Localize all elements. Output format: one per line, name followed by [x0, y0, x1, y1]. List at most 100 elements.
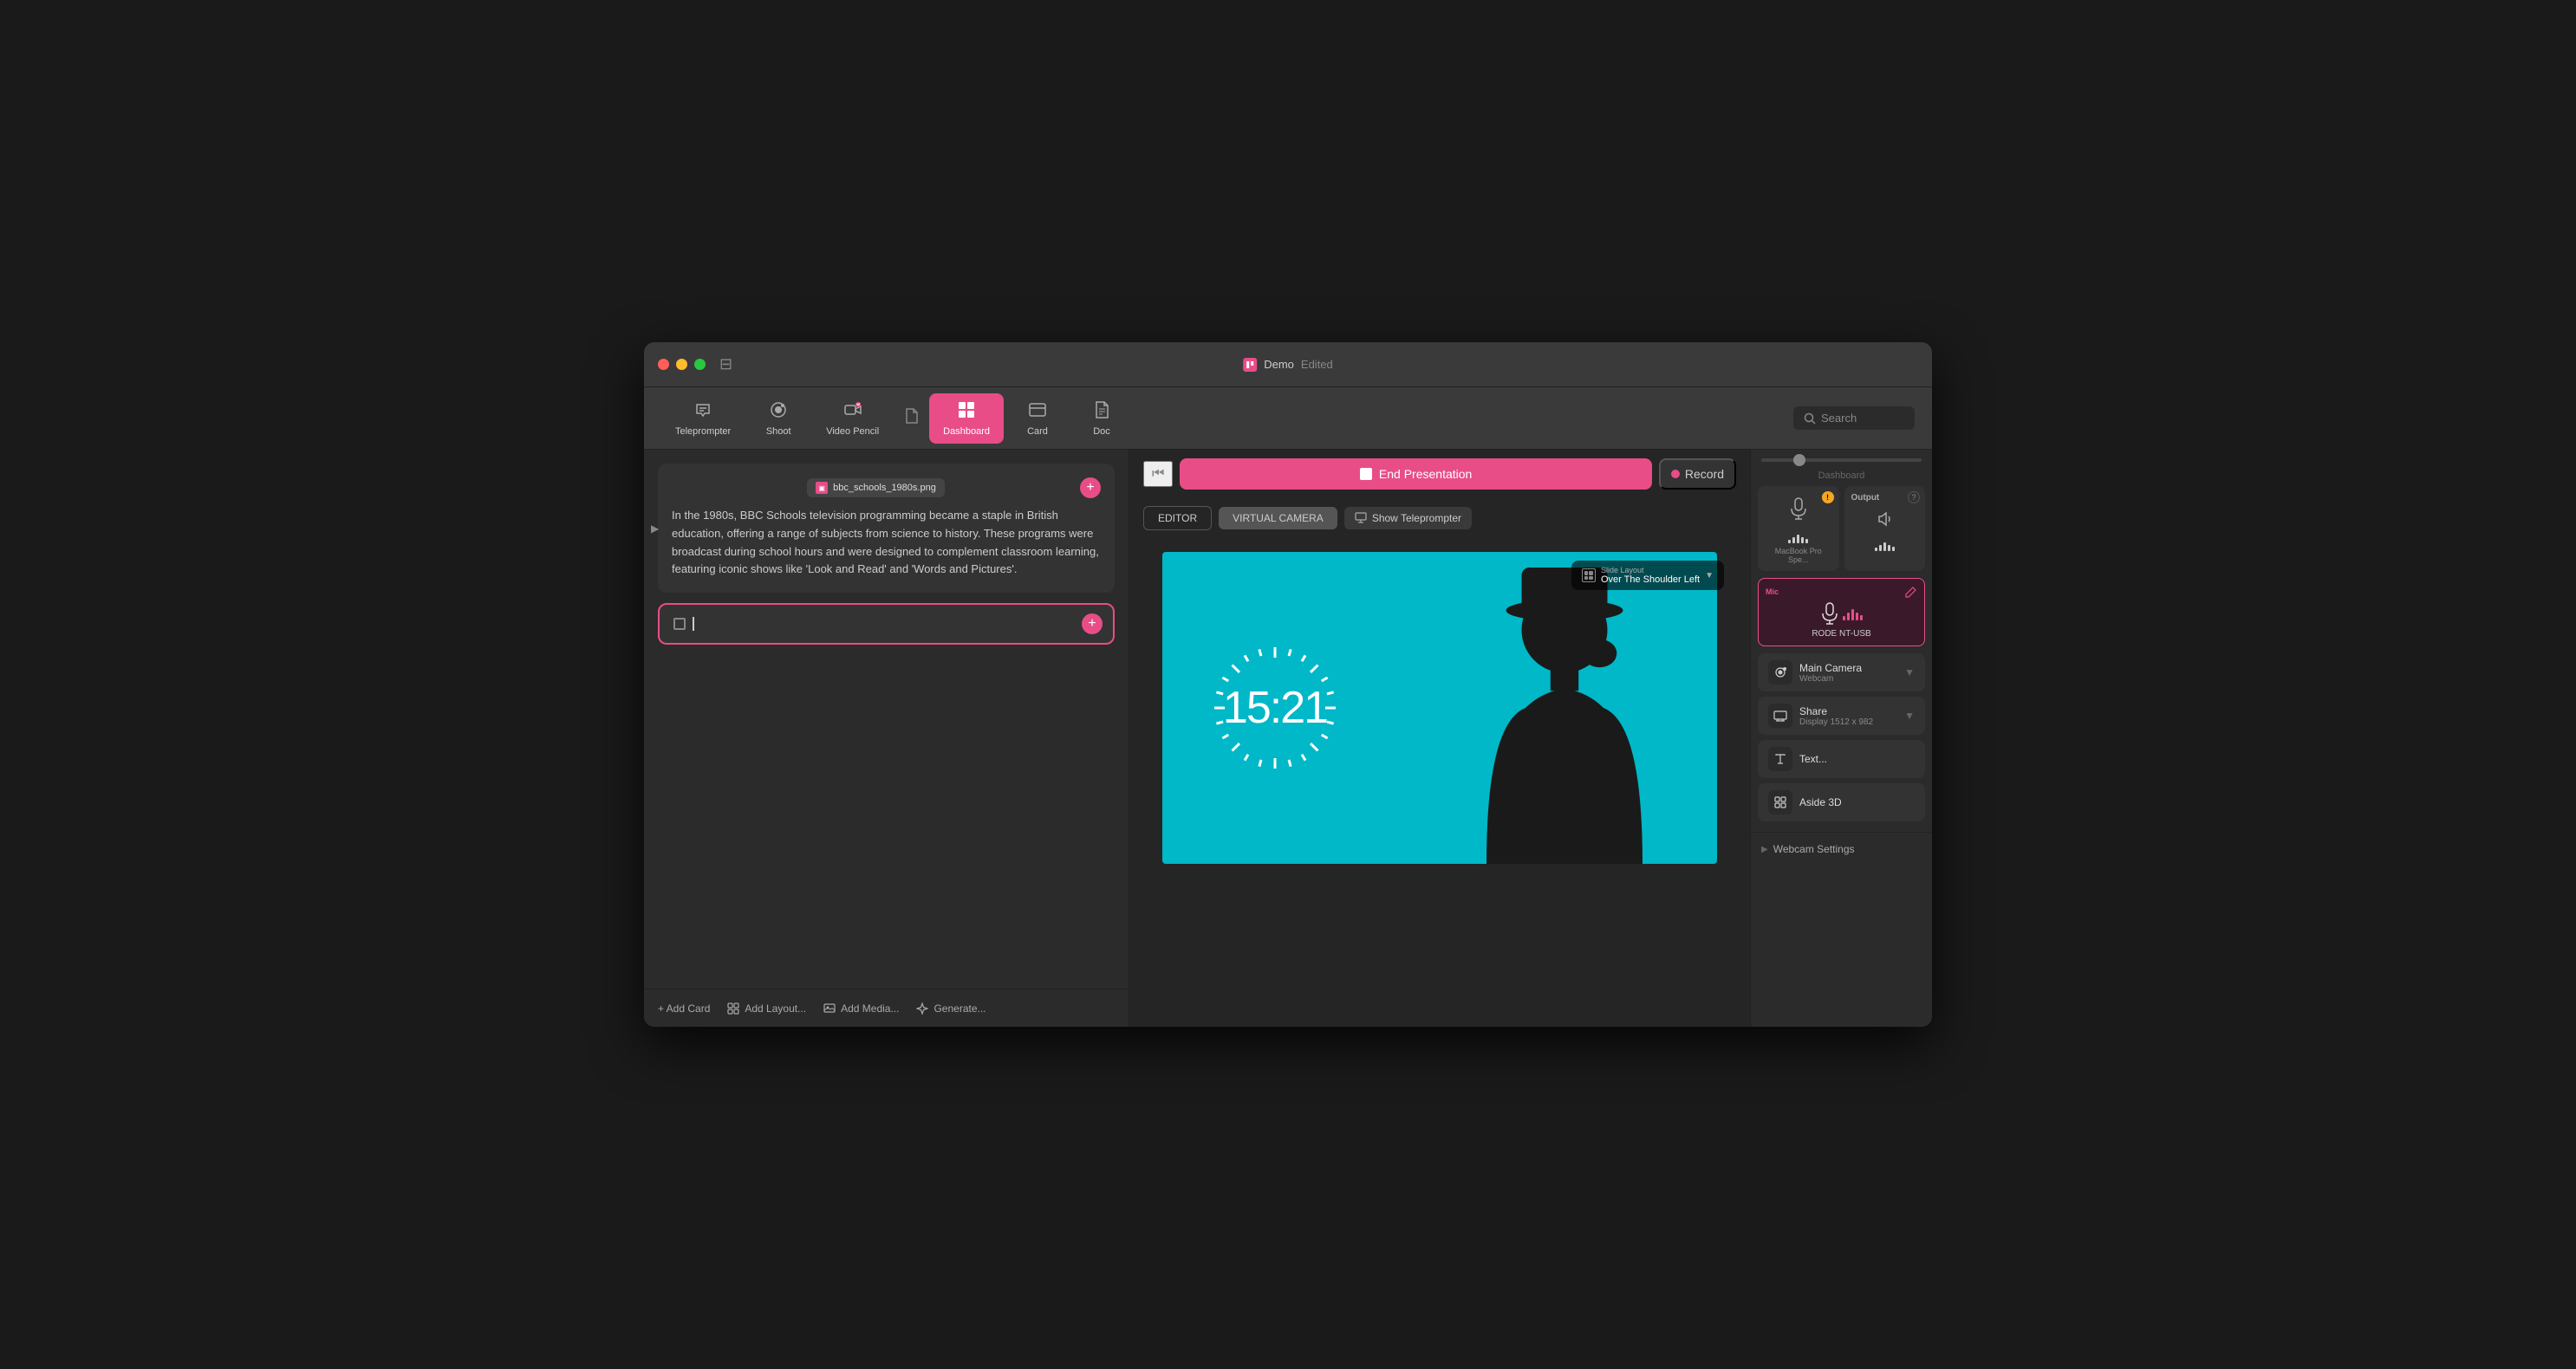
teleprompter-icon — [693, 400, 712, 423]
toolbar-item-shoot[interactable]: Shoot — [748, 393, 809, 444]
slide-layout-texts: Slide Layout Over The Shoulder Left — [1601, 566, 1700, 585]
show-teleprompter-label: Show Teleprompter — [1372, 512, 1461, 524]
teleprompter-small-icon — [1355, 512, 1367, 524]
aside-3d-row[interactable]: Aside 3D — [1758, 783, 1925, 821]
record-button[interactable]: Record — [1659, 458, 1736, 490]
mic-name: RODE NT-USB — [1812, 629, 1870, 639]
dashboard-label: Dashboard — [943, 426, 990, 437]
toolbar-item-dashboard[interactable]: Dashboard — [929, 393, 1004, 444]
add-media-button[interactable]: Add Media... — [823, 1002, 899, 1015]
slider-thumb[interactable] — [1793, 454, 1805, 466]
signal-bars — [1788, 529, 1808, 543]
text-texts: Text... — [1799, 753, 1915, 765]
share-texts: Share Display 1512 x 982 — [1799, 705, 1897, 727]
card-add-button[interactable]: + — [1080, 477, 1101, 498]
editor-tabs: EDITOR VIRTUAL CAMERA Show Teleprompter — [1129, 499, 1750, 538]
tab-editor[interactable]: EDITOR — [1143, 506, 1212, 530]
generate-icon — [916, 1002, 928, 1015]
record-label: Record — [1685, 467, 1724, 481]
titlebar: ⊟ Demo Edited — [644, 342, 1932, 387]
mic-device-card[interactable]: Mic — [1758, 578, 1925, 646]
add-layout-button[interactable]: Add Layout... — [727, 1002, 806, 1015]
mic-label: Mic — [1766, 587, 1779, 596]
output-signal-bars — [1875, 537, 1895, 551]
presentation-bar: ⏮ End Presentation Record — [1129, 450, 1750, 499]
slide-layout-bar[interactable]: Slide Layout Over The Shoulder Left ▼ — [1571, 561, 1724, 590]
layout-chevron-icon: ▼ — [1705, 571, 1714, 581]
back-button[interactable]: ⏮ — [1143, 461, 1173, 487]
toolbar-item-video-pencil[interactable]: Video Pencil — [812, 393, 893, 444]
aside-3d-title: Aside 3D — [1799, 796, 1915, 808]
main-camera-sub: Webcam — [1799, 674, 1897, 684]
toolbar-item-teleprompter[interactable]: Teleprompter — [661, 393, 745, 444]
mic-edit-icon — [1905, 586, 1917, 598]
card-header-1: ▣ bbc_schools_1980s.png + — [672, 477, 1101, 498]
minimize-button[interactable] — [676, 359, 687, 370]
text-row[interactable]: Text... — [1758, 740, 1925, 778]
toolbar-item-card[interactable]: Card — [1007, 393, 1068, 444]
slider-track[interactable] — [1761, 458, 1922, 462]
window-title-area: Demo Edited — [1243, 358, 1333, 372]
doc-icon — [1092, 400, 1111, 423]
file-badge: ▣ bbc_schools_1980s.png — [807, 478, 945, 497]
app-icon — [1243, 358, 1257, 372]
card-arrow-icon: ▶ — [651, 522, 659, 535]
main-camera-row[interactable]: Main Camera Webcam ▼ — [1758, 653, 1925, 691]
input-device-name: MacBook Pro Spe... — [1765, 547, 1832, 564]
record-dot-icon — [1671, 470, 1680, 478]
left-panel: ▣ bbc_schools_1980s.png + ▶ In the 1980s… — [644, 450, 1129, 1027]
card-label: Card — [1027, 426, 1048, 437]
layout-icon — [727, 1002, 739, 1015]
text-icon — [1768, 747, 1792, 771]
share-row[interactable]: Share Display 1512 x 982 ▼ — [1758, 697, 1925, 735]
toolbar-item-doc[interactable]: Doc — [1071, 393, 1132, 444]
main-camera-title: Main Camera — [1799, 662, 1897, 674]
search-placeholder: Search — [1821, 412, 1857, 425]
card-icon — [1028, 400, 1047, 423]
end-presentation-button[interactable]: End Presentation — [1180, 458, 1651, 490]
aside-3d-texts: Aside 3D — [1799, 796, 1915, 808]
add-card-button[interactable]: + Add Card — [658, 1002, 710, 1015]
main-camera-chevron-icon: ▼ — [1904, 666, 1915, 678]
slider-row[interactable] — [1751, 458, 1932, 467]
share-title: Share — [1799, 705, 1897, 717]
text-cursor — [693, 617, 694, 631]
right-panel: Dashboard ? — [1750, 450, 1932, 1027]
device-row: ? — [1751, 486, 1932, 578]
shoot-label: Shoot — [766, 426, 791, 437]
add-card-label: + Add Card — [658, 1002, 710, 1015]
output-card-title: Output — [1851, 493, 1880, 503]
card-input-icon — [673, 618, 686, 630]
window-controls — [658, 359, 706, 370]
maximize-button[interactable] — [694, 359, 706, 370]
generate-label: Generate... — [933, 1002, 986, 1015]
mic-large-icon — [1820, 601, 1839, 626]
tab-virtual-camera[interactable]: VIRTUAL CAMERA — [1219, 507, 1337, 529]
text-title: Text... — [1799, 753, 1915, 765]
dashboard-icon — [957, 400, 976, 423]
search-box[interactable]: Search — [1793, 406, 1915, 430]
output-device-card[interactable]: ? Output — [1844, 486, 1926, 571]
input-level-bars — [1788, 529, 1808, 543]
close-button[interactable] — [658, 359, 669, 370]
camera-icon — [1768, 660, 1792, 684]
preview-area: Slide Layout Over The Shoulder Left ▼ — [1129, 538, 1750, 1027]
silhouette-svg — [1447, 552, 1682, 864]
video-pencil-label: Video Pencil — [826, 426, 879, 437]
speaker-icon — [1875, 509, 1894, 534]
file-icon[interactable] — [896, 400, 926, 436]
sidebar-toggle-icon[interactable]: ⊟ — [719, 355, 732, 373]
generate-button[interactable]: Generate... — [916, 1002, 986, 1015]
main-window: ⊟ Demo Edited Teleprompter — [644, 342, 1932, 1027]
card-input[interactable]: + — [658, 603, 1115, 645]
card-input-add-button[interactable]: + — [1082, 613, 1103, 634]
show-teleprompter-button[interactable]: Show Teleprompter — [1344, 507, 1472, 529]
input-device-card[interactable]: ? — [1758, 486, 1839, 571]
webcam-chevron-icon: ▶ — [1761, 845, 1768, 854]
webcam-settings-row[interactable]: ▶ Webcam Settings — [1751, 836, 1932, 862]
webcam-settings-label: Webcam Settings — [1773, 843, 1855, 855]
share-chevron-icon: ▼ — [1904, 710, 1915, 722]
shoot-icon — [769, 400, 788, 423]
mic-section: Mic — [1751, 578, 1932, 653]
file-type-icon: ▣ — [816, 482, 828, 494]
